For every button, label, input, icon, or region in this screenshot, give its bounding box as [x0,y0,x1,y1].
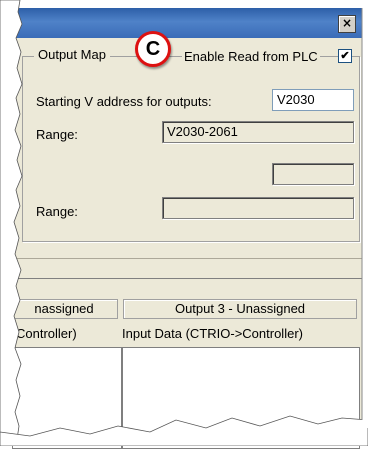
enable-read-label: Enable Read from PLC [182,49,320,64]
output-table: nassigned Output 3 - Unassigned Controll… [10,278,362,449]
starting-address-input[interactable]: V2030 [272,89,354,111]
range-label-1: Range: [36,127,78,142]
enable-read-checkbox[interactable]: ✔ [338,49,352,63]
range-field-1: V2030-2061 [162,121,354,143]
title-bar: × [14,8,362,38]
range-field-2 [162,197,354,219]
close-button[interactable]: × [338,15,356,33]
output-map-title: Output Map [34,47,110,62]
separator [14,258,362,259]
column-subheader-1: Controller) [16,326,77,341]
column-header-1[interactable]: nassigned [10,299,118,319]
column-header-2[interactable]: Output 3 - Unassigned [123,299,357,319]
table-cell-1[interactable] [12,347,122,449]
blank-field [272,163,354,185]
range-label-2: Range: [36,204,78,219]
table-cell-2[interactable] [122,347,360,449]
column-subheader-2: Input Data (CTRIO->Controller) [122,326,303,341]
starting-address-label: Starting V address for outputs: [36,94,212,109]
callout-badge: C [135,31,171,67]
dialog-window: × Output Map C Enable Read from PLC ✔ St… [10,8,362,449]
